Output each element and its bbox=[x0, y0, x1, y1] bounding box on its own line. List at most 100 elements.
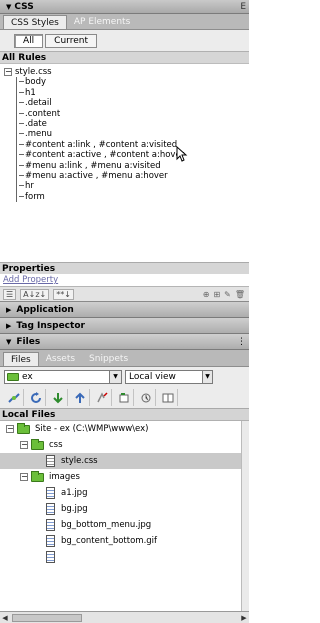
get-files-icon[interactable] bbox=[48, 389, 68, 406]
add-property-link[interactable]: Add Property bbox=[0, 274, 249, 286]
rules-tree: − style.css body h1 .detail .content .da… bbox=[0, 64, 249, 262]
css-panel-tabs: CSS Styles AP Elements bbox=[0, 14, 249, 30]
dropdown-arrow-icon[interactable]: ▼ bbox=[202, 371, 212, 383]
check-in-icon[interactable] bbox=[114, 389, 134, 406]
expand-triangle-icon: ▶ bbox=[6, 321, 12, 330]
files-site-toolbar: ex ▼ Local view ▼ bbox=[0, 367, 249, 387]
application-panel-header[interactable]: ▶ Application bbox=[0, 302, 249, 318]
image-file-icon bbox=[46, 551, 55, 563]
files-panel-header[interactable]: ▼ Files ⋮ bbox=[0, 334, 249, 350]
stylesheet-node[interactable]: − style.css bbox=[4, 67, 249, 77]
rule-item[interactable]: #content a:active , #content a:hover bbox=[17, 150, 249, 160]
vertical-scrollbar[interactable] bbox=[241, 421, 249, 611]
sort-az-button[interactable]: A↓z↓ bbox=[20, 288, 50, 300]
tab-snippets[interactable]: Snippets bbox=[82, 352, 135, 366]
site-select-value: ex bbox=[22, 372, 33, 382]
rule-item[interactable]: form bbox=[17, 192, 249, 202]
dropdown-arrow-icon[interactable]: ▼ bbox=[109, 371, 121, 383]
files-panel-tabs: Files Assets Snippets bbox=[0, 350, 249, 367]
rule-item[interactable]: #content a:link , #content a:visited bbox=[17, 140, 249, 150]
rule-item[interactable]: .content bbox=[17, 109, 249, 119]
rule-item[interactable]: .menu bbox=[17, 129, 249, 139]
tree-row-file[interactable]: a1.jpg bbox=[0, 485, 249, 501]
collapse-triangle-icon[interactable]: ▼ bbox=[6, 3, 11, 11]
folder-icon bbox=[31, 438, 44, 450]
tab-ap-elements[interactable]: AP Elements bbox=[67, 15, 137, 29]
expand-triangle-icon: ▶ bbox=[6, 305, 12, 314]
tree-row-file[interactable]: bg_content_bottom.gif bbox=[0, 533, 249, 549]
rule-item[interactable]: hr bbox=[17, 181, 249, 191]
tab-assets[interactable]: Assets bbox=[39, 352, 82, 366]
connect-icon[interactable] bbox=[4, 389, 24, 406]
rule-item[interactable]: .detail bbox=[17, 98, 249, 108]
collapse-minus-icon[interactable]: − bbox=[6, 425, 14, 433]
tag-inspector-panel-header[interactable]: ▶ Tag Inspector bbox=[0, 318, 249, 334]
scroll-thumb[interactable] bbox=[12, 613, 82, 622]
all-button[interactable]: All bbox=[14, 33, 44, 48]
properties-heading: Properties bbox=[0, 262, 249, 274]
tab-files[interactable]: Files bbox=[3, 352, 39, 366]
collapse-minus-icon[interactable]: − bbox=[20, 473, 28, 481]
rule-item[interactable]: .date bbox=[17, 119, 249, 129]
image-file-icon bbox=[46, 535, 55, 547]
category-view-icon[interactable]: ☰ bbox=[3, 288, 17, 300]
put-files-icon[interactable] bbox=[70, 389, 90, 406]
panel-options-icon[interactable]: ⋮ bbox=[237, 337, 246, 347]
view-select-value: Local view bbox=[129, 372, 176, 382]
css-panel-header[interactable]: ▼ CSS E bbox=[0, 0, 249, 14]
application-panel-title: Application bbox=[16, 304, 74, 315]
tree-label: css bbox=[49, 440, 63, 450]
tree-row-css-folder[interactable]: − css bbox=[0, 437, 249, 453]
tree-row-file[interactable] bbox=[0, 549, 249, 565]
trash-icon[interactable]: 🗑 bbox=[235, 290, 245, 299]
local-files-heading: Local Files bbox=[0, 409, 249, 421]
rule-list: body h1 .detail .content .date .menu #co… bbox=[16, 77, 249, 203]
mouse-pointer-icon bbox=[176, 146, 188, 162]
image-file-icon bbox=[46, 503, 55, 515]
scroll-left-arrow-icon[interactable]: ◀ bbox=[0, 613, 10, 623]
tree-label: bg.jpg bbox=[61, 504, 88, 514]
tree-row-site[interactable]: − Site - ex (C:\WMP\www\ex) bbox=[0, 421, 249, 437]
rule-item[interactable]: #menu a:link , #menu a:visited bbox=[17, 161, 249, 171]
mode-buttons: All Current bbox=[0, 30, 249, 52]
tree-row-file[interactable]: bg.jpg bbox=[0, 501, 249, 517]
file-tree: − Site - ex (C:\WMP\www\ex) − css style.… bbox=[0, 421, 249, 611]
tab-css-styles[interactable]: CSS Styles bbox=[3, 15, 67, 29]
attach-stylesheet-icon[interactable]: ⊕ bbox=[203, 290, 210, 299]
tree-row-file[interactable]: bg_bottom_menu.jpg bbox=[0, 517, 249, 533]
tree-label: a1.jpg bbox=[61, 488, 88, 498]
site-select[interactable]: ex ▼ bbox=[4, 370, 122, 384]
refresh-icon[interactable] bbox=[26, 389, 46, 406]
image-file-icon bbox=[46, 519, 55, 531]
view-select[interactable]: Local view ▼ bbox=[125, 370, 213, 384]
collapse-minus-icon[interactable]: − bbox=[4, 68, 12, 77]
stylesheet-label: style.css bbox=[15, 67, 52, 77]
files-panel-title: Files bbox=[16, 336, 41, 347]
scroll-right-arrow-icon[interactable]: ▶ bbox=[239, 613, 249, 623]
css-file-icon bbox=[46, 455, 55, 467]
collapse-triangle-icon: ▼ bbox=[6, 337, 12, 346]
tree-row-style-css[interactable]: style.css bbox=[0, 453, 249, 469]
tag-inspector-panel-title: Tag Inspector bbox=[16, 320, 85, 331]
synchronize-icon[interactable] bbox=[136, 389, 156, 406]
tree-label: Site - ex (C:\WMP\www\ex) bbox=[35, 424, 149, 434]
set-properties-button[interactable]: **↓ bbox=[53, 288, 74, 300]
new-rule-icon[interactable]: ⊞ bbox=[213, 290, 220, 299]
all-rules-heading: All Rules bbox=[0, 52, 249, 64]
horizontal-scrollbar[interactable]: ◀ ▶ bbox=[0, 611, 249, 623]
expand-view-icon[interactable] bbox=[158, 389, 178, 406]
rule-item[interactable]: #menu a:active , #menu a:hover bbox=[17, 171, 249, 181]
edit-style-icon[interactable]: ✎ bbox=[224, 290, 231, 299]
rule-item[interactable]: body bbox=[17, 77, 249, 87]
current-button[interactable]: Current bbox=[45, 33, 97, 48]
collapse-minus-icon[interactable]: − bbox=[20, 441, 28, 449]
tree-label: style.css bbox=[61, 456, 98, 466]
rule-item[interactable]: h1 bbox=[17, 88, 249, 98]
tree-row-images-folder[interactable]: − images bbox=[0, 469, 249, 485]
folder-icon bbox=[31, 470, 44, 482]
css-toolbar: ☰ A↓z↓ **↓ ⊕ ⊞ ✎ 🗑 bbox=[0, 286, 249, 302]
files-action-toolbar bbox=[0, 387, 249, 409]
folder-icon bbox=[17, 422, 30, 434]
check-out-icon[interactable] bbox=[92, 389, 112, 406]
css-panel-options[interactable]: E bbox=[240, 2, 246, 12]
